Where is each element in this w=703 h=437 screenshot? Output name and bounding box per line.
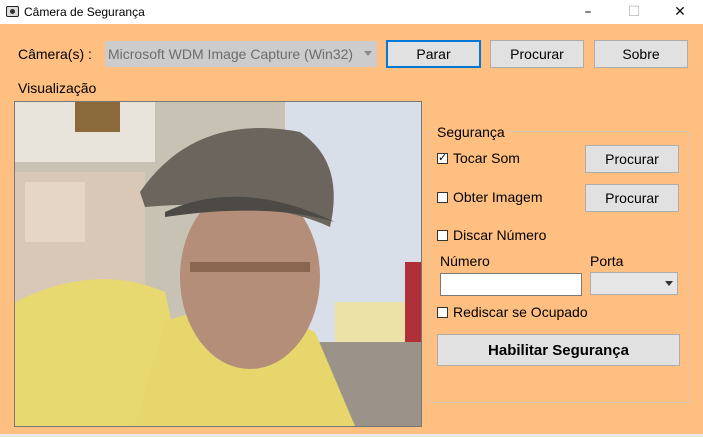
browse-button[interactable]: Procurar xyxy=(490,40,584,68)
browse-sound-button[interactable]: Procurar xyxy=(585,145,679,173)
port-label: Porta xyxy=(590,253,624,269)
browse-image-button[interactable]: Procurar xyxy=(585,184,679,212)
chevron-down-icon xyxy=(665,281,673,286)
maximize-icon[interactable]: ☐ xyxy=(611,0,657,24)
stop-button[interactable]: Parar xyxy=(386,40,481,68)
dial-number-label[interactable]: Discar Número xyxy=(453,227,546,243)
number-input[interactable] xyxy=(440,273,582,296)
enable-security-button[interactable]: Habilitar Segurança xyxy=(437,334,680,366)
camera-select[interactable]: Microsoft WDM Image Capture (Win32) xyxy=(105,41,377,67)
title-bar: Câmera de Segurança – ☐ ✕ xyxy=(0,0,703,24)
redial-checkbox[interactable] xyxy=(437,307,448,318)
preview-label: Visualização xyxy=(18,80,97,96)
security-group-label: Segurança xyxy=(435,124,507,140)
get-image-checkbox[interactable] xyxy=(437,192,448,203)
app-camera-icon xyxy=(6,6,19,17)
port-select[interactable] xyxy=(590,272,678,295)
close-icon[interactable]: ✕ xyxy=(657,0,703,24)
camera-label: Câmera(s) : xyxy=(18,46,92,62)
webcam-frame-image xyxy=(15,102,421,426)
number-label: Número xyxy=(440,253,490,269)
camera-preview xyxy=(14,101,422,427)
dial-number-checkbox[interactable] xyxy=(437,230,448,241)
window-title: Câmera de Segurança xyxy=(24,5,145,19)
about-button[interactable]: Sobre xyxy=(594,40,688,68)
play-sound-checkbox[interactable] xyxy=(437,151,448,164)
redial-label[interactable]: Rediscar se Ocupado xyxy=(453,304,588,320)
play-sound-label[interactable]: Tocar Som xyxy=(453,150,520,166)
get-image-label[interactable]: Obter Imagem xyxy=(453,189,542,205)
minimize-icon[interactable]: – xyxy=(565,0,611,24)
chevron-down-icon xyxy=(364,51,372,56)
camera-select-value: Microsoft WDM Image Capture (Win32) xyxy=(108,46,354,62)
